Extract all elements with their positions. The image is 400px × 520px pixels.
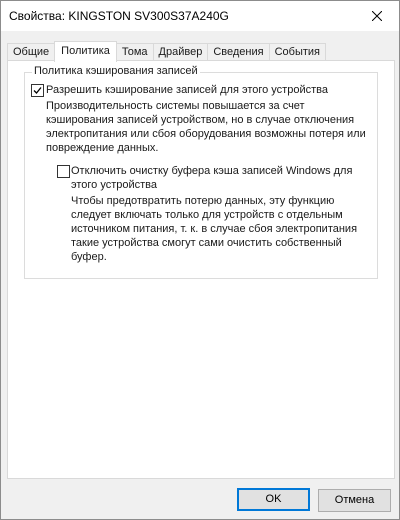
description-line: Чтобы предотвратить потерю данных, эту ф… — [71, 195, 335, 207]
label-line: этого устройства — [71, 179, 158, 191]
tab-driver[interactable]: Драйвер — [152, 43, 209, 61]
description-line: кэширования записей устройством, но в сл… — [46, 114, 355, 126]
description-line: источником питания, т. к. в случае сбоя … — [71, 223, 358, 235]
tab-strip: Общие Политика Тома Драйвер Сведения Соб… — [7, 41, 327, 62]
description-line: электропитания или сбоя оборудования воз… — [46, 128, 366, 140]
flush-buffer-checkbox[interactable] — [57, 165, 70, 178]
title-bar: Свойства: KINGSTON SV300S37A240G — [1, 1, 399, 31]
close-icon — [372, 11, 382, 21]
description-line: следует включать только для устройств с … — [71, 209, 343, 221]
tab-events[interactable]: События — [268, 43, 327, 61]
tab-details[interactable]: Сведения — [207, 43, 270, 61]
cancel-button[interactable]: Отмена — [318, 489, 391, 512]
checkmark-icon — [33, 87, 42, 94]
write-cache-label[interactable]: Разрешить кэширование записей для этого … — [46, 83, 328, 97]
tab-policy[interactable]: Политика — [54, 41, 117, 62]
flush-buffer-label[interactable]: Отключить очистку буфера кэша записей Wi… — [71, 164, 352, 192]
properties-dialog: Свойства: KINGSTON SV300S37A240G Общие П… — [0, 0, 400, 520]
close-button[interactable] — [355, 1, 399, 31]
flush-buffer-description: Чтобы предотвратить потерю данных, эту ф… — [71, 194, 357, 264]
ok-button[interactable]: OK — [237, 488, 310, 511]
write-cache-policy-group: Политика кэширования записей Разрешить к… — [24, 65, 378, 279]
label-line: Отключить очистку буфера кэша записей Wi… — [71, 165, 353, 177]
tab-volumes[interactable]: Тома — [115, 43, 154, 61]
group-title: Политика кэширования записей — [32, 65, 200, 77]
tab-general[interactable]: Общие — [7, 43, 56, 61]
description-line: буфер. — [71, 251, 107, 263]
write-cache-description: Производительность системы повышается за… — [46, 99, 366, 155]
description-line: такие устройства смогут сами очистить со… — [71, 237, 342, 249]
description-line: Производительность системы повышается за… — [46, 100, 305, 112]
write-cache-checkbox[interactable] — [31, 84, 44, 97]
description-line: повреждение данных. — [46, 142, 159, 154]
window-title: Свойства: KINGSTON SV300S37A240G — [9, 9, 229, 23]
policy-panel: Политика кэширования записей Разрешить к… — [7, 60, 395, 479]
